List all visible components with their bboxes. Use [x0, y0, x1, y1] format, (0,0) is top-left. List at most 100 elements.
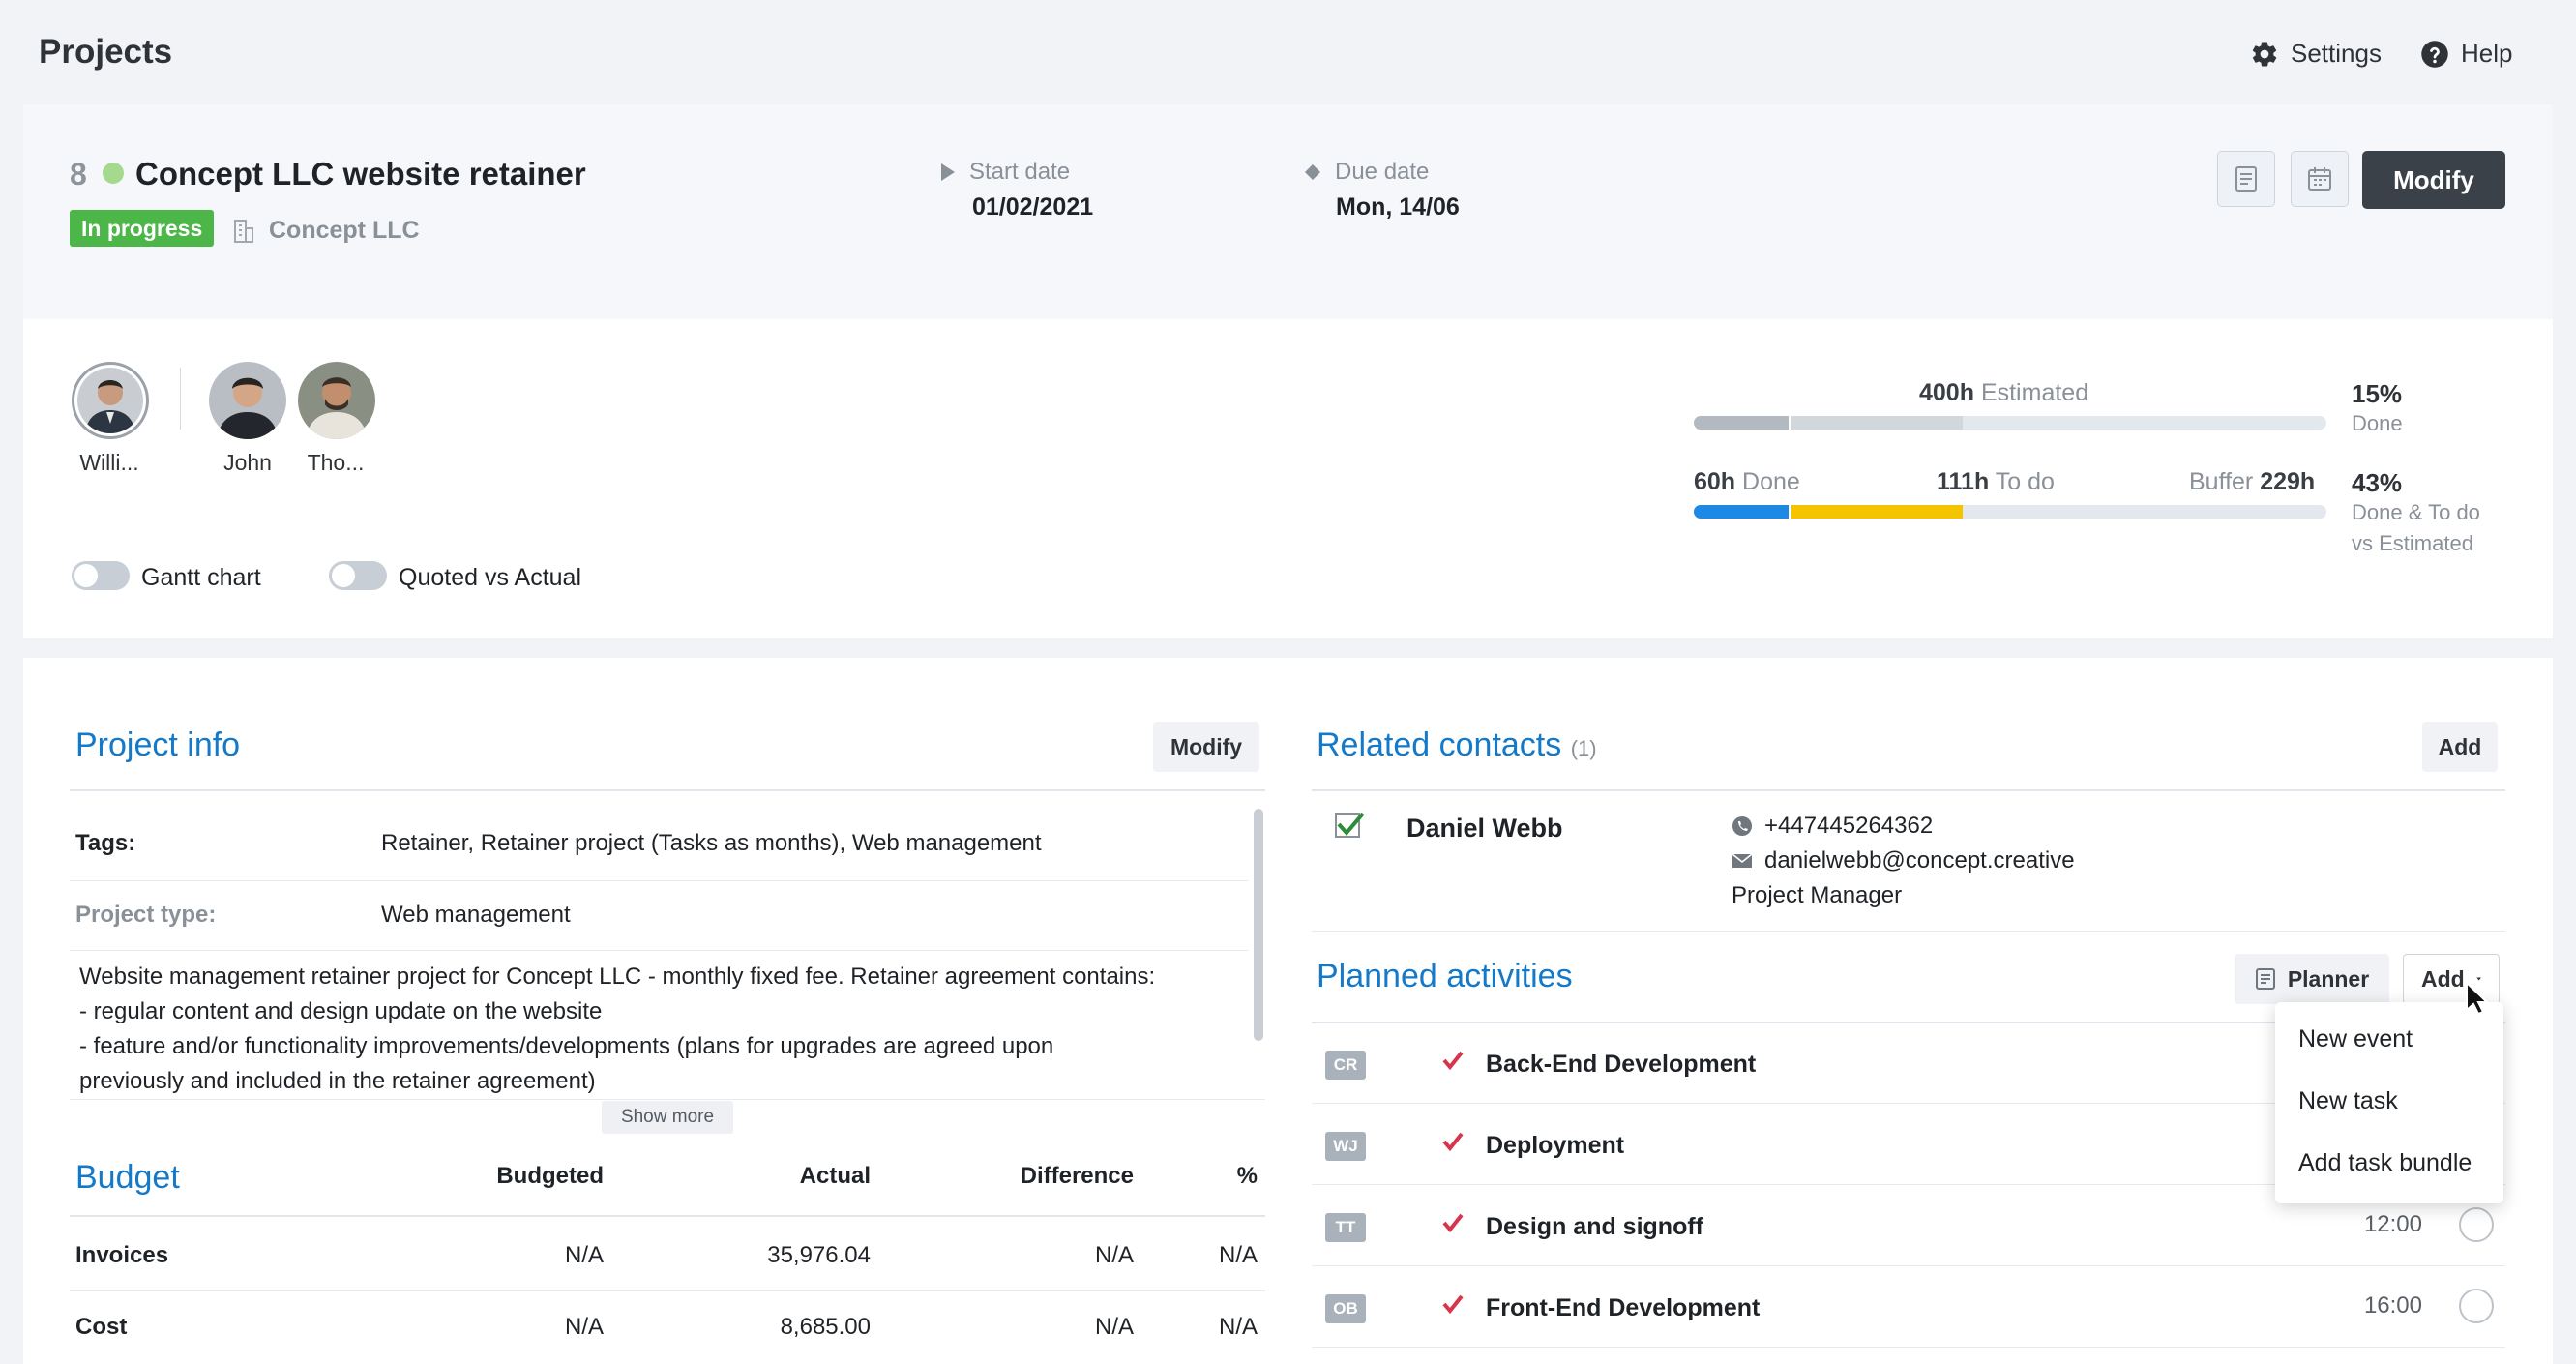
related-contacts-count: (1) [1570, 736, 1597, 760]
menu-item-add-task-bundle[interactable]: Add task bundle [2298, 1149, 2472, 1177]
quoted-vs-actual-label: Quoted vs Actual [399, 564, 582, 591]
start-date-value: 01/02/2021 [972, 193, 1094, 221]
row-divider [70, 880, 1248, 881]
activity-name: Back-End Development [1486, 1051, 1757, 1078]
show-more-button[interactable]: Show more [602, 1101, 733, 1134]
contact-checkbox[interactable] [1333, 809, 1366, 846]
avatar[interactable] [72, 362, 149, 439]
settings-link[interactable]: Settings [2250, 39, 2382, 69]
team-member-name: Willi... [79, 450, 139, 475]
buffer-hours-value: 229h [2260, 468, 2316, 495]
combined-percentage-label-2: vs Estimated [2352, 531, 2473, 555]
due-date-value: Mon, 14/06 [1336, 193, 1460, 221]
combined-percentage: 43% [2352, 468, 2403, 497]
budget-header-actual: Actual [799, 1163, 871, 1189]
assignee-initials: OB [1325, 1294, 1366, 1323]
gear-icon [2252, 41, 2277, 67]
company-link[interactable]: Concept LLC [232, 217, 420, 245]
description-line: - feature and/or functionality improveme… [79, 1033, 1054, 1059]
contact-email[interactable]: danielwebb@concept.creative [1732, 847, 2075, 875]
top-bar [0, 0, 2576, 104]
status-badge[interactable]: In progress [70, 210, 215, 247]
notes-button[interactable] [2217, 151, 2275, 207]
budget-cell: N/A [564, 1242, 604, 1268]
contact-email-value: danielwebb@concept.creative [1764, 847, 2075, 874]
row-divider [70, 1099, 1265, 1100]
person-icon [77, 368, 143, 433]
done-percentage-label: Done [2352, 411, 2403, 435]
planned-activities-title: Planned activities [1317, 958, 1573, 994]
assignee-initials: CR [1325, 1051, 1366, 1080]
complete-activity-toggle[interactable] [2459, 1207, 2494, 1242]
modify-info-button[interactable]: Modify [1153, 722, 1259, 772]
calendar-button[interactable] [2291, 151, 2349, 207]
done-hours-value: 60h [1694, 468, 1736, 495]
related-contacts-title-text: Related contacts [1317, 726, 1562, 763]
budget-title: Budget [75, 1159, 180, 1196]
menu-item-new-event[interactable]: New event [2298, 1025, 2413, 1053]
hours-progress-bar [1694, 505, 2326, 519]
gantt-chart-label: Gantt chart [141, 564, 261, 591]
row-divider [1312, 1265, 2505, 1266]
gantt-chart-toggle[interactable] [72, 561, 130, 590]
project-type-value: Web management [381, 902, 571, 928]
help-link[interactable]: Help [2420, 39, 2512, 69]
budget-cell: N/A [1218, 1314, 1258, 1340]
person-icon [298, 362, 375, 439]
due-date-label: Due date [1304, 159, 1429, 186]
buffer-hours: Buffer 229h [2189, 468, 2315, 496]
due-date-label-text: Due date [1335, 159, 1430, 185]
project-header [23, 104, 2553, 319]
activity-row[interactable]: OB Front-End Development 16:00 [1312, 1267, 2505, 1349]
todo-hours: 111h To do [1937, 468, 2055, 496]
envelope-icon [1732, 853, 1753, 868]
checkmark-icon [1442, 1132, 1464, 1152]
info-scrollbar[interactable] [1254, 809, 1263, 1041]
todo-hours-label: To do [1995, 468, 2055, 495]
contact-phone[interactable]: +447445264362 [1732, 813, 1933, 840]
avatar[interactable] [298, 362, 375, 439]
menu-item-new-task[interactable]: New task [2298, 1087, 2398, 1115]
activity-name: Front-End Development [1486, 1294, 1761, 1321]
done-hours-label: Done [1742, 468, 1800, 495]
estimated-hours: 400h Estimated [1919, 379, 2088, 407]
team-divider [180, 368, 181, 430]
project-id: 8 [70, 157, 87, 192]
budget-cell: 8,685.00 [780, 1314, 871, 1340]
cursor-icon [2466, 981, 2490, 1016]
planner-button[interactable]: Planner [2235, 954, 2389, 1004]
assignee-initials: WJ [1325, 1132, 1366, 1161]
person-icon [209, 362, 286, 439]
budget-row-label: Invoices [75, 1242, 169, 1268]
quoted-vs-actual-toggle[interactable] [329, 561, 387, 590]
done-percentage: 15% [2352, 379, 2403, 408]
row-divider [1312, 1347, 2505, 1348]
budget-cell: N/A [1094, 1314, 1134, 1340]
contact-name[interactable]: Daniel Webb [1406, 814, 1563, 844]
add-activity-label: Add [2421, 965, 2465, 992]
budget-header-percent: % [1236, 1163, 1258, 1189]
todo-hours-value: 111h [1937, 468, 1990, 495]
section-divider [1312, 789, 2505, 791]
description-line: - regular content and design update on t… [79, 998, 603, 1024]
avatar[interactable] [209, 362, 286, 439]
budget-cell: 35,976.04 [767, 1242, 871, 1268]
contact-phone-value: +447445264362 [1764, 813, 1934, 839]
add-contact-button[interactable]: Add [2422, 722, 2498, 772]
budget-cell: N/A [1218, 1242, 1258, 1268]
activity-name: Design and signoff [1486, 1213, 1703, 1240]
building-icon [234, 219, 253, 243]
complete-activity-toggle[interactable] [2459, 1289, 2494, 1323]
modify-project-button[interactable]: Modify [2362, 151, 2505, 209]
estimated-progress-bar [1694, 416, 2326, 430]
section-divider [70, 1215, 1265, 1217]
activity-time: 12:00 [2363, 1211, 2422, 1237]
diamond-icon [1305, 164, 1320, 180]
settings-label: Settings [2291, 39, 2382, 68]
done-hours: 60h Done [1694, 468, 1800, 496]
activity-time: 16:00 [2363, 1292, 2422, 1319]
start-date-label: Start date [940, 159, 1070, 186]
tags-value: Retainer, Retainer project (Tasks as mon… [381, 830, 1042, 856]
document-icon [2255, 968, 2275, 990]
description-line: previously and included in the retainer … [79, 1068, 596, 1094]
